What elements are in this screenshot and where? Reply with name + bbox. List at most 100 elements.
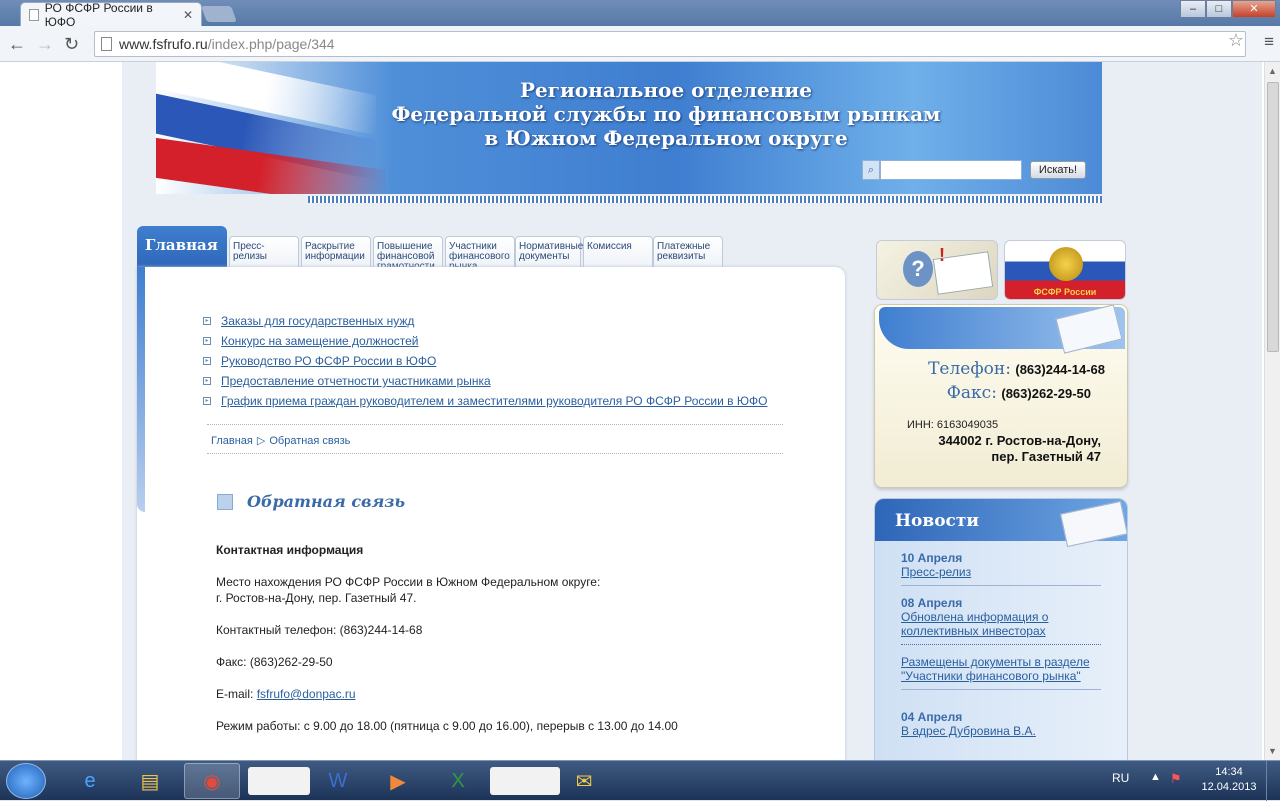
back-arrow-icon[interactable]: ← [8,34,26,55]
language-indicator[interactable]: RU [1112,771,1129,785]
minimize-button[interactable]: – [1180,0,1206,18]
page-title: Обратная связь [247,492,406,511]
news-link[interactable]: Обновлена информация о коллективных инве… [901,610,1101,638]
news-link[interactable]: В адрес Дубровина В.А. [901,724,1101,738]
menu-link[interactable]: Заказы для государственных нужд [221,314,414,328]
menu-item[interactable]: ▸ Конкурс на замещение должностей [203,331,767,351]
menu-link[interactable]: График приема граждан руководителем и за… [221,394,767,408]
news-item: 04 Апреля В адрес Дубровина В.А. [901,710,1101,738]
show-desktop-button[interactable] [1266,761,1280,801]
tab-financial-literacy[interactable]: Повышение финансовой грамотности [373,236,443,272]
scroll-down-icon[interactable]: ▼ [1268,746,1277,756]
maximize-button[interactable]: □ [1206,0,1232,18]
news-link[interactable]: Пресс-релиз [901,565,1101,579]
site-title-line-1: Региональное отделение [520,78,812,102]
outlook-icon[interactable]: ✉ [556,763,612,799]
scrollbar-thumb[interactable] [1267,82,1279,352]
browser-toolbar: ← → ↻ www.fsfrufo.ru/index.php/page/344 … [0,26,1280,62]
media-player-icon[interactable]: ▶ [370,763,426,799]
settings-menu-icon[interactable]: ≡ [1264,32,1274,52]
system-clock[interactable]: 14:34 12.04.2013 [1194,765,1264,795]
excel-icon[interactable]: X [430,763,486,799]
location-paragraph: Место нахождения РО ФСФР России в Южном … [216,574,816,606]
redacted-taskbar-item[interactable] [248,767,310,795]
site-title-line-2: Федеральной службы по финансовым рынкам [391,102,941,126]
divider [207,424,783,425]
breadcrumb-current[interactable]: Обратная связь [269,435,350,447]
question-mark-icon: ? [903,251,933,287]
tab-press-releases[interactable]: Пресс- релизы [229,236,299,268]
breadcrumb: Главная ▷ Обратная связь [211,434,350,447]
phone-label: Телефон: [928,359,1011,379]
section-menu: ▸ Заказы для государственных нужд ▸ Конкур… [203,311,767,411]
menu-link[interactable]: Предоставление отчетности участниками ры… [221,374,491,388]
page-scrollbar[interactable]: ▲ ▼ [1264,62,1280,760]
tab-market-participants[interactable]: Участники финансового рынка [445,236,515,272]
news-item: Размещены документы в разделе "Участники… [901,655,1101,690]
start-button[interactable] [6,763,46,799]
menu-item[interactable]: ▸ Заказы для государственных нужд [203,311,767,331]
tab-disclosure[interactable]: Раскрытие информации [301,236,371,268]
tab-home[interactable]: Главная [137,226,227,270]
word-icon[interactable]: W [310,763,366,799]
page-viewport: Региональное отделение Федеральной служб… [0,62,1264,760]
tab-close-icon[interactable]: ✕ [183,8,193,22]
reload-icon[interactable]: ↻ [64,34,79,55]
news-title: Новости [895,511,980,531]
menu-item[interactable]: ▸ График приема граждан руководителем и з… [203,391,767,411]
new-tab-button[interactable] [201,6,237,22]
tab-label: Платежные реквизиты [657,241,711,262]
inn-text: ИНН: 6163049035 [907,419,999,431]
news-link[interactable]: Размещены документы в разделе "Участники… [901,655,1101,683]
redacted-taskbar-item[interactable] [490,767,560,795]
panel-accent-bar [137,267,145,512]
coat-of-arms-icon [1049,247,1083,281]
location-line-1: Место нахождения РО ФСФР России в Южном … [216,575,601,589]
windows-taskbar: e ▤ ◉ W ▶ X ✉ RU ▲ ⚑ 14:34 12.04.2013 [0,760,1280,801]
email-link[interactable]: fsfrufo@donpac.ru [257,687,356,701]
fsfr-russia-banner[interactable]: ФСФР России [1004,240,1126,300]
tab-label: Нормативные документы [519,241,584,262]
divider [207,453,783,454]
forward-arrow-icon[interactable]: → [36,34,54,55]
menu-link[interactable]: Руководство РО ФСФР России в ЮФО [221,354,436,368]
email-label: E-mail: [216,687,254,701]
breadcrumb-arrow-icon: ▷ [256,435,266,447]
main-content-panel: ▸ Заказы для государственных нужд ▸ Конкур… [137,267,845,760]
chrome-icon[interactable]: ◉ [184,763,240,799]
menu-link[interactable]: Конкурс на замещение должностей [221,334,419,348]
action-center-flag-icon[interactable]: ⚑ [1170,771,1182,787]
address-line-2: пер. Газетный 47 [991,449,1101,464]
tab-regulatory-documents[interactable]: Нормативные документы [515,236,584,268]
scroll-up-icon[interactable]: ▲ [1268,66,1277,76]
address: 344002 г. Ростов-на-Дону, пер. Газетный … [938,433,1101,465]
search-button[interactable]: Искать! [1030,161,1086,179]
address-bar[interactable]: www.fsfrufo.ru/index.php/page/344 [94,31,1246,57]
tab-commission[interactable]: Комиссия [583,236,653,268]
search-icon: ⌕ [862,160,880,180]
internet-explorer-icon[interactable]: e [62,763,118,799]
tab-payment-details[interactable]: Платежные реквизиты [653,236,723,268]
search-input[interactable] [880,160,1022,180]
bullet-icon: ▸ [203,397,211,405]
header-stripe [308,196,1102,203]
show-hidden-icons[interactable]: ▲ [1150,771,1161,783]
page-favicon-icon [29,8,39,21]
close-window-button[interactable]: ✕ [1232,0,1276,18]
faq-banner[interactable]: ? ! [876,240,998,300]
page-heading-icon [217,493,233,510]
tab-label: Комиссия [587,241,632,252]
page-heading: Обратная связь [217,492,405,511]
file-explorer-icon[interactable]: ▤ [122,763,178,799]
news-list: 10 Апреля Пресс-релиз 08 Апреля Обновлен… [901,551,1101,738]
menu-item[interactable]: ▸ Предоставление отчетности участниками р… [203,371,767,391]
email-paragraph: E-mail: fsfrufo@donpac.ru [216,686,816,702]
breadcrumb-home[interactable]: Главная [211,435,253,447]
browser-tab[interactable]: РО ФСФР России в ЮФО ✕ [20,1,202,29]
working-hours: Режим работы: с 9.00 до 18.00 (пятница с… [216,719,678,733]
menu-item[interactable]: ▸ Руководство РО ФСФР России в ЮФО [203,351,767,371]
news-date: 10 Апреля [901,551,963,565]
bookmark-star-icon[interactable]: ☆ [1228,30,1244,51]
tab-label: Пресс- релизы [233,241,267,262]
browser-title-bar: РО ФСФР России в ЮФО ✕ – □ ✕ [0,0,1280,29]
